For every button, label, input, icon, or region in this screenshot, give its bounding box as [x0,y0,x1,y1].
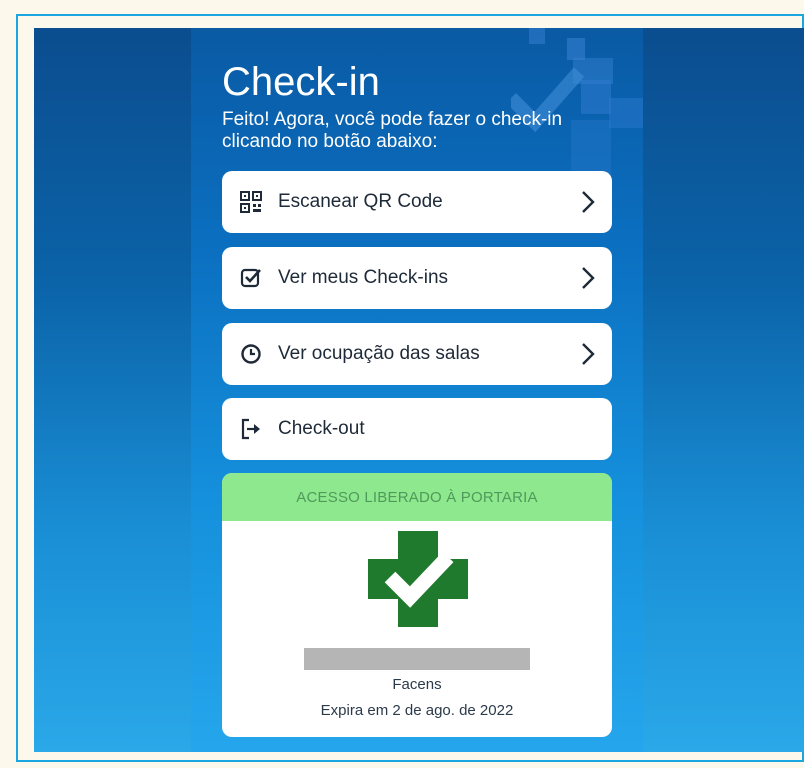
redacted-name-bar [304,648,530,670]
page-title: Check-in [222,60,380,104]
my-check-ins-button[interactable]: Ver meus Check-ins [222,247,612,309]
organization-name: Facens [392,676,442,693]
qr-code-icon [240,191,262,213]
green-cross-check-logo-icon [368,531,468,627]
scan-qr-code-button[interactable]: Escanear QR Code [222,171,612,233]
scan-qr-code-label: Escanear QR Code [278,191,443,212]
logout-icon [240,418,262,440]
page-subtitle: Feito! Agora, você pode fazer o check-in… [222,109,563,152]
chevron-right-icon [578,189,598,215]
checkbox-icon [240,267,262,289]
decorative-cross-check-icon [511,28,643,178]
room-occupancy-label: Ver ocupação das salas [278,343,480,364]
access-card: ACESSO LIBERADO À PORTARIA Facens Expira… [222,473,612,737]
phone-screen: Check-in Feito! Agora, você pode fazer o… [191,28,643,752]
chevron-right-icon [578,265,598,291]
clock-icon [240,343,262,365]
chevron-right-icon [578,341,598,367]
my-check-ins-label: Ver meus Check-ins [278,267,449,288]
access-status-banner: ACESSO LIBERADO À PORTARIA [222,473,612,521]
room-occupancy-button[interactable]: Ver ocupação das salas [222,323,612,385]
check-out-button[interactable]: Check-out [222,398,612,460]
app-screen: Check-in Feito! Agora, você pode fazer o… [34,28,804,752]
check-out-label: Check-out [278,418,365,439]
expiry-date: Expira em 2 de ago. de 2022 [320,702,514,719]
